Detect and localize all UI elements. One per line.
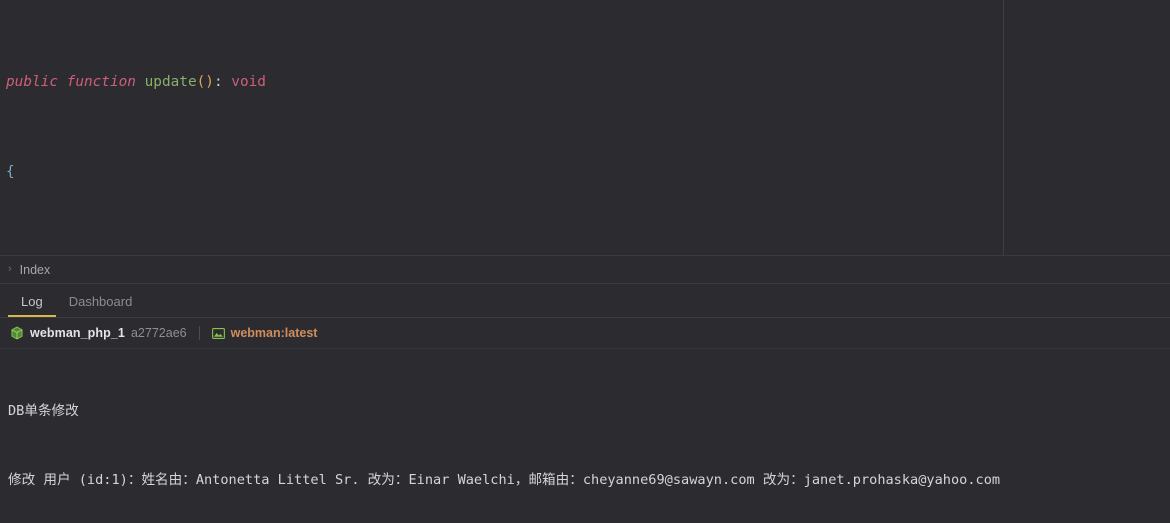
- container-header: webman_php_1 a2772ae6 webman:latest: [0, 318, 1170, 349]
- breadcrumb-item-index[interactable]: Index: [20, 263, 51, 277]
- console-line: 修改 用户 (id:1)：姓名由：Antonetta Littel Sr. 改为…: [8, 471, 1001, 488]
- ide-window: public function update(): void { $faker …: [0, 0, 1170, 523]
- console-line: DB单条修改: [8, 403, 79, 420]
- image-name: webman:latest: [230, 326, 318, 340]
- code-line-signature: public function update(): void: [6, 73, 266, 90]
- header-divider: [198, 326, 200, 340]
- code-line-open-brace: {: [6, 164, 15, 181]
- console-output[interactable]: DB单条修改 修改 用户 (id:1)：姓名由：Antonetta Littel…: [0, 349, 1170, 523]
- tool-window: Log Dashboard webman_php_1 a2772ae6 webm…: [0, 284, 1170, 523]
- tab-log-label: Log: [21, 293, 43, 309]
- docker-image-icon: [211, 327, 225, 339]
- tab-dashboard-label: Dashboard: [68, 293, 133, 309]
- chevron-right-icon: ›: [8, 263, 12, 275]
- tab-log[interactable]: Log: [8, 285, 56, 317]
- code-line-blank-1: [6, 252, 1170, 255]
- docker-container-icon: [10, 326, 24, 340]
- tab-dashboard[interactable]: Dashboard: [56, 285, 146, 317]
- code-editor[interactable]: public function update(): void { $faker …: [0, 0, 1170, 255]
- tool-window-tab-bar: Log Dashboard: [0, 284, 1170, 318]
- container-name: webman_php_1: [30, 326, 125, 340]
- code-content[interactable]: public function update(): void { $faker …: [0, 0, 1170, 255]
- breadcrumb[interactable]: › Index: [0, 255, 1170, 284]
- container-hash: a2772ae6: [130, 326, 187, 340]
